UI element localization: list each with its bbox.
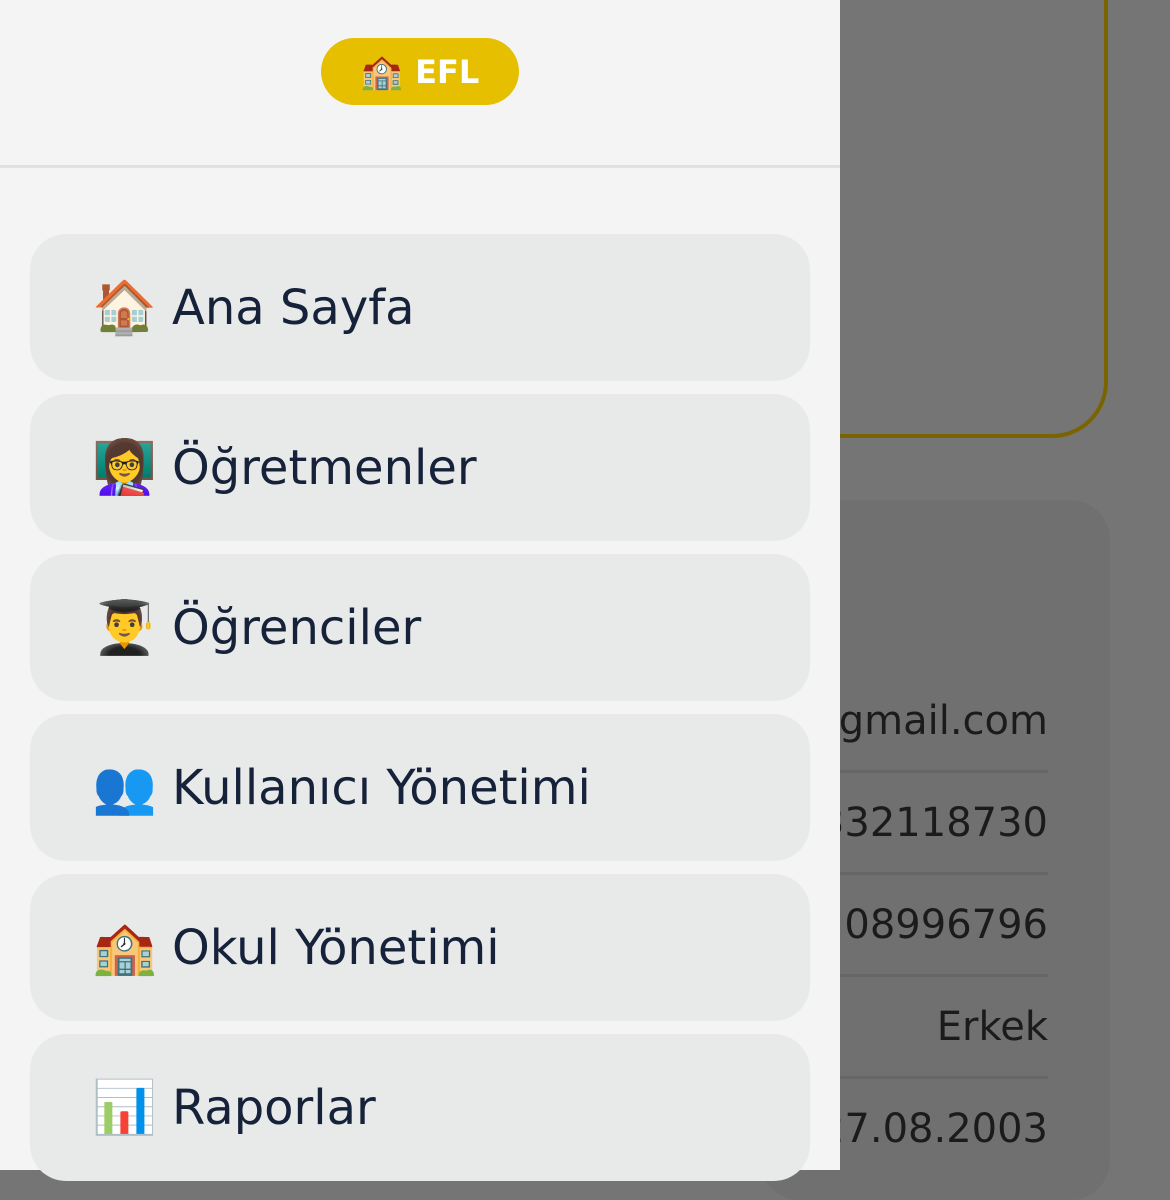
navigation-drawer: 🏫 EFL 🏠 Ana Sayfa 👩‍🏫 Öğretmenler 👨‍🎓 Öğ… — [0, 0, 840, 1181]
student-icon: 👨‍🎓 — [92, 597, 157, 658]
menu-item-students[interactable]: 👨‍🎓 Öğrenciler — [30, 554, 810, 701]
menu-item-user-management[interactable]: 👥 Kullanıcı Yönetimi — [30, 714, 810, 861]
menu-item-label: Öğrenciler — [172, 599, 422, 656]
brand-badge: 🏫 EFL — [321, 38, 519, 105]
menu-item-label: Ana Sayfa — [172, 279, 415, 336]
menu-item-label: Okul Yönetimi — [172, 919, 500, 976]
menu-item-school-management[interactable]: 🏫 Okul Yönetimi — [30, 874, 810, 1021]
drawer-menu: 🏠 Ana Sayfa 👩‍🏫 Öğretmenler 👨‍🎓 Öğrencil… — [30, 234, 810, 1194]
school-icon: 🏫 — [92, 917, 157, 978]
menu-item-label: Kullanıcı Yönetimi — [172, 759, 591, 816]
users-icon: 👥 — [92, 757, 157, 818]
bar-chart-icon: 📊 — [92, 1077, 157, 1138]
house-icon: 🏠 — [92, 277, 157, 338]
menu-item-label: Öğretmenler — [172, 439, 477, 496]
menu-item-reports[interactable]: 📊 Raporlar — [30, 1034, 810, 1181]
menu-item-home[interactable]: 🏠 Ana Sayfa — [30, 234, 810, 381]
menu-item-teachers[interactable]: 👩‍🏫 Öğretmenler — [30, 394, 810, 541]
menu-item-label: Raporlar — [172, 1079, 376, 1136]
drawer-header: 🏫 EFL — [0, 0, 840, 165]
brand-label: EFL — [415, 52, 480, 91]
teacher-icon: 👩‍🏫 — [92, 437, 157, 498]
drawer-divider — [0, 165, 840, 168]
school-icon: 🏫 — [360, 51, 404, 92]
